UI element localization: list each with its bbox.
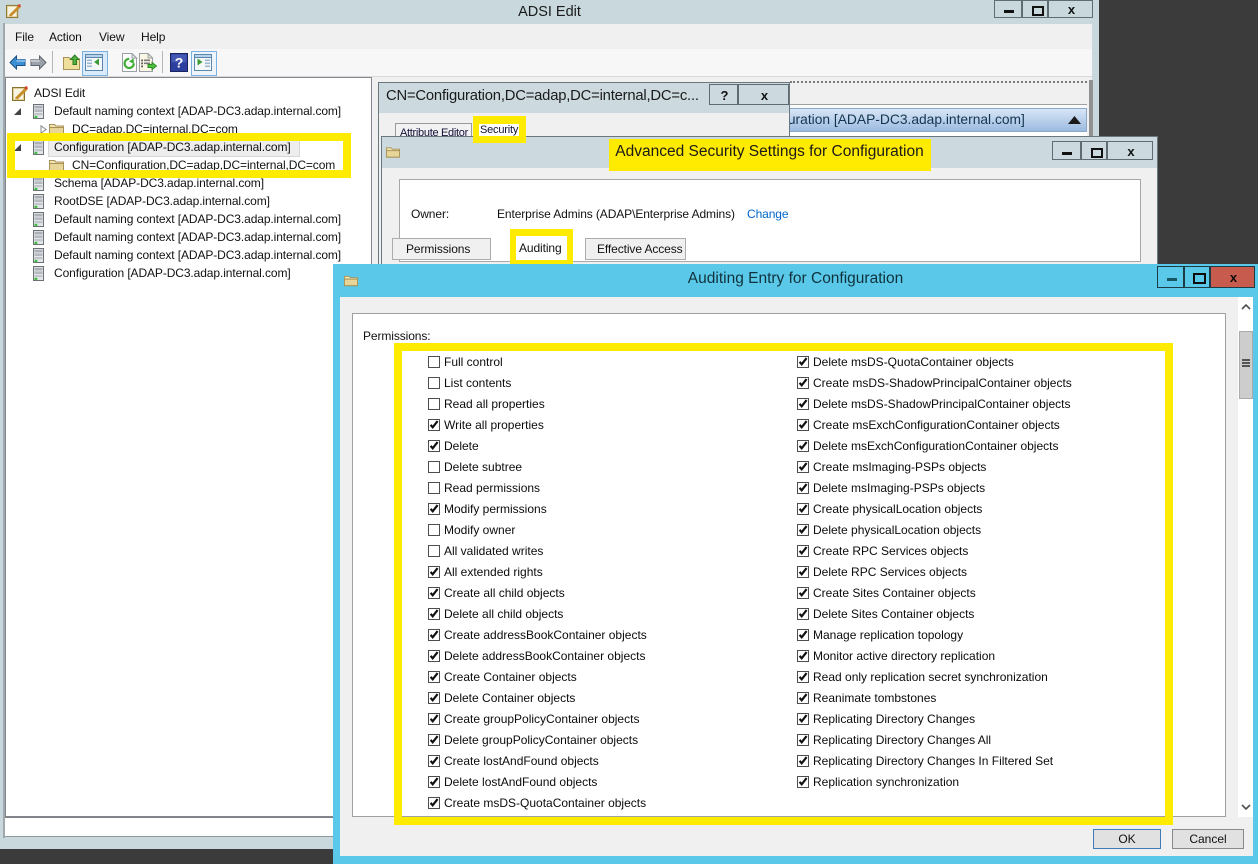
svg-text:?: ? xyxy=(175,55,184,71)
